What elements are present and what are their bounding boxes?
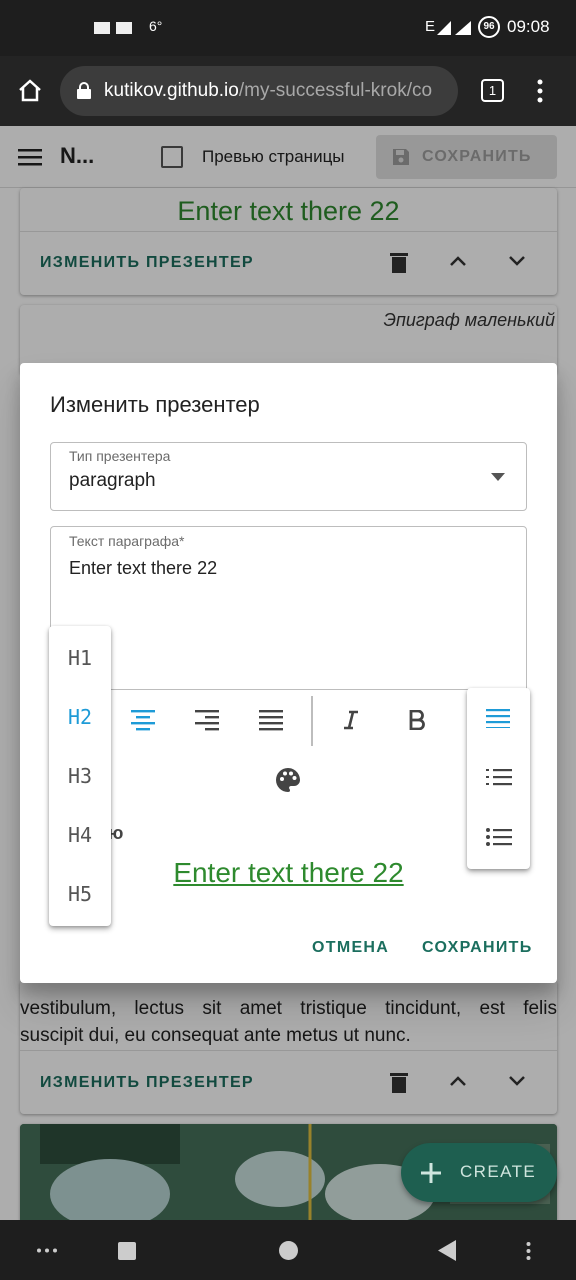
presenter-type-select[interactable]: Тип презентера paragraph [50,442,527,511]
url-host: kutikov.github.io [104,80,239,101]
home-button[interactable] [279,1241,298,1260]
bullet-list-option[interactable] [486,827,512,854]
back-icon[interactable] [438,1240,456,1261]
clock: 09:08 [507,17,550,36]
heading-option-h2[interactable]: H2 [49,687,111,746]
align-center-icon [131,710,155,731]
align-right-button[interactable] [187,700,227,740]
tab-switcher-button[interactable]: 1 [481,79,504,102]
cancel-button[interactable]: ОТМЕНА [312,939,389,957]
paragraph-text-value: Enter text there 22 [69,558,218,578]
url-path: /my-successful-krok/co [238,80,433,101]
align-justify-icon [259,710,283,731]
heading-option-h5[interactable]: H5 [49,864,111,923]
network-type: E [425,18,436,35]
home-icon[interactable] [17,78,43,102]
heading-level-menu: H1 H2 H3 H4 H5 [49,626,111,926]
presenter-type-value: paragraph [69,470,156,491]
align-center-button[interactable] [123,700,163,740]
recents-button[interactable] [118,1242,136,1260]
status-bar: 6° E 96 09:08 [0,0,576,56]
bullet-list-icon [486,828,512,846]
bold-button[interactable] [397,700,437,740]
justify-option[interactable] [486,708,510,733]
more-vert-icon[interactable] [536,78,544,104]
lock-icon [77,82,91,99]
preview-heading: Enter text there 22 [173,857,404,888]
bold-icon [409,710,425,730]
heading-option-h1[interactable]: H1 [49,628,111,687]
plus-icon [421,1163,441,1183]
align-justify-button[interactable] [251,700,291,740]
notification-icons [94,22,132,34]
numbered-list-icon [486,769,512,786]
battery-indicator: 96 [478,16,500,38]
create-fab[interactable]: CREATE [401,1143,557,1202]
italic-button[interactable] [331,700,371,740]
toolbar-divider [311,696,313,746]
numbered-list-option[interactable] [486,767,512,794]
list-format-menu [467,688,530,869]
weather-temp: 6° [149,18,163,34]
text-color-button[interactable] [268,760,308,800]
dialog-title: Изменить презентер [50,392,260,417]
url-bar[interactable]: kutikov.github.io/my-successful-krok/co [60,66,458,116]
paragraph-text-field[interactable]: Текст параграфа* Enter text there 22 [50,526,527,690]
align-right-icon [195,710,219,731]
more-horiz-icon[interactable] [37,1248,57,1253]
dropdown-arrow-icon [491,473,505,481]
system-nav-bar [0,1220,576,1280]
palette-icon [276,768,300,792]
signal-icon [437,21,471,35]
create-label: CREATE [460,1162,537,1181]
italic-icon [344,710,358,730]
heading-option-h3[interactable]: H3 [49,746,111,805]
browser-toolbar: kutikov.github.io/my-successful-krok/co … [0,56,576,126]
align-justify-icon [486,709,510,728]
heading-option-h4[interactable]: H4 [49,805,111,864]
save-button[interactable]: СОХРАНИТЬ [422,939,533,957]
paragraph-text-label: Текст параграфа* [69,533,185,549]
more-vert-nav-icon[interactable] [526,1242,531,1260]
presenter-type-label: Тип презентера [69,448,171,464]
